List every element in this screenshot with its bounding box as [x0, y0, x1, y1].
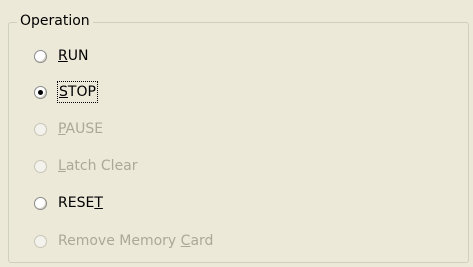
radio-option-pause: PAUSE — [34, 118, 103, 140]
radio-button-reset[interactable] — [34, 196, 47, 210]
radio-option-run[interactable]: RUN — [34, 45, 88, 67]
radio-option-reset[interactable]: RESET — [34, 192, 103, 214]
operation-group-title: Operation — [17, 12, 93, 30]
radio-button-remove-memory-card — [34, 234, 47, 248]
radio-option-stop[interactable]: STOP — [34, 81, 98, 103]
radio-label-latch-clear: Latch Clear — [58, 158, 138, 174]
radio-label-remove-memory-card: Remove Memory Card — [58, 233, 214, 249]
radio-option-remove-memory-card: Remove Memory Card — [34, 230, 213, 252]
radio-button-latch-clear — [34, 159, 47, 173]
radio-button-stop[interactable] — [34, 85, 47, 99]
radio-label-run: RUN — [58, 48, 89, 64]
radio-button-pause — [34, 122, 47, 136]
radio-label-reset: RESET — [58, 195, 103, 211]
radio-label-stop: STOP — [57, 81, 98, 103]
radio-button-run[interactable] — [34, 49, 47, 63]
radio-option-latch-clear: Latch Clear — [34, 155, 138, 177]
radio-label-pause: PAUSE — [58, 121, 104, 137]
